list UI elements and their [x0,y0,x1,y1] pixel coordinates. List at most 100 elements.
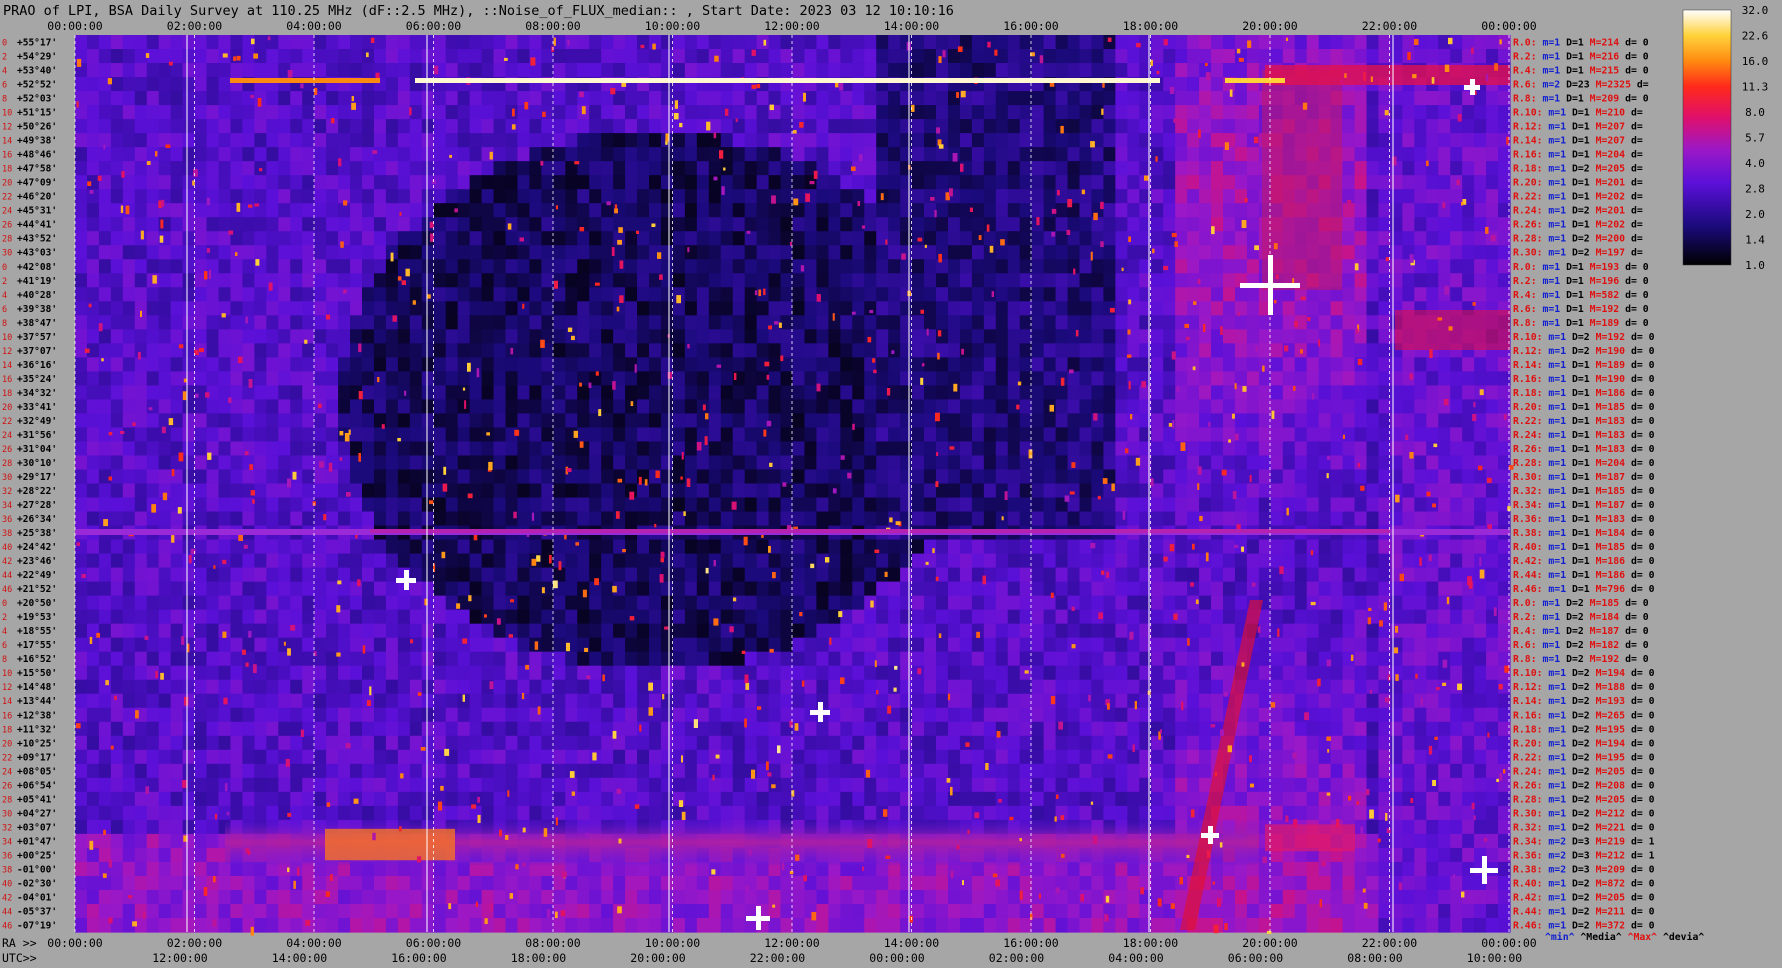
heat-cell [601,553,614,569]
heat-cell [649,63,662,78]
heat-cell [469,35,483,50]
heat-cell [816,49,829,64]
heat-cell [1007,567,1021,583]
heat-cell [373,581,387,597]
heat-cell [744,455,758,471]
heat-cell [696,469,710,485]
heat-cell [840,315,853,330]
heat-cell [218,455,232,471]
heat-cell [1246,287,1260,302]
heat-cell [194,35,208,50]
heat-cell [134,273,148,288]
heat-cell [1366,119,1380,134]
heat-cell [768,427,782,443]
heat-cell [1318,399,1332,415]
heat-cell [1007,455,1021,471]
heat-cell [278,581,291,597]
heat-cell [206,553,220,569]
heat-cell [1342,399,1356,415]
heat-cell [194,301,208,316]
heat-cell [206,539,220,555]
heat-cell [637,287,650,302]
heat-cell [708,427,722,443]
heat-cell [433,273,447,288]
heat-cell [565,385,578,401]
heat-cell [959,217,973,232]
heat-cell [684,175,698,190]
heat-cell [660,329,674,344]
heat-cell [1390,189,1403,204]
heat-cell [1163,49,1176,64]
heat-cell [625,119,638,134]
heat-cell [828,259,841,274]
heat-cell [924,91,937,106]
heat-cell [421,273,435,288]
heat-cell [1031,329,1045,344]
heat-cell [1498,595,1511,611]
heat-cell [1282,49,1296,64]
heat-cell [110,301,124,316]
heat-cell [804,399,818,415]
heat-cell [637,413,650,429]
heat-cell [218,497,232,513]
heat-cell [672,343,686,358]
heat-cell [1342,147,1356,162]
heat-cell [409,175,423,190]
heat-cell [900,217,913,232]
heat-cell [1342,287,1356,302]
heat-cell [541,539,554,555]
heat-cell [1270,427,1284,443]
heat-cell [1450,595,1463,611]
heat-cell [589,91,602,106]
heat-cell [481,63,495,78]
heat-cell [206,497,220,513]
heat-cell [433,329,447,344]
heat-cell [1127,217,1140,232]
heat-cell [98,399,112,415]
heat-cell [1211,245,1224,260]
heat-cell [888,427,901,443]
heat-cell [433,595,447,611]
heat-cell [266,483,279,499]
heat-cell [1366,371,1380,386]
heat-cell [864,63,877,78]
heat-cell [660,399,674,415]
heat-cell [1007,119,1021,134]
heat-cell [493,581,507,597]
heat-cell [541,273,554,288]
heat-cell [218,245,232,260]
heat-cell [1223,581,1236,597]
heat-cell [696,385,710,401]
heat-cell [1127,203,1140,218]
heat-cell [98,595,112,611]
heat-cell [1318,385,1332,401]
heat-cell [577,511,590,527]
heat-cell [565,259,578,274]
heat-cell [1127,567,1140,583]
heat-cell [1079,511,1093,527]
heat-cell [1450,175,1463,190]
heat-cell [1486,371,1499,386]
heat-cell [1163,147,1176,162]
heat-cell [385,371,399,386]
heat-cell [1414,567,1427,583]
heat-cell [684,133,698,148]
heat-cell [254,273,267,288]
heat-cell [75,609,88,625]
heat-cell [194,553,208,569]
heat-cell [1450,147,1463,162]
heat-cell [1234,63,1248,78]
heat-cell [122,343,136,358]
heat-cell [1163,455,1176,471]
heat-cell [971,175,985,190]
heat-cell [708,259,722,274]
heat-cell [1462,511,1475,527]
heat-cell [888,497,901,513]
heat-cell [936,35,949,50]
heat-cell [995,371,1009,386]
heat-cell [505,497,519,513]
heat-cell [218,329,232,344]
heat-cell [720,203,734,218]
heat-cell [1378,553,1392,569]
heat-cell [338,343,351,358]
